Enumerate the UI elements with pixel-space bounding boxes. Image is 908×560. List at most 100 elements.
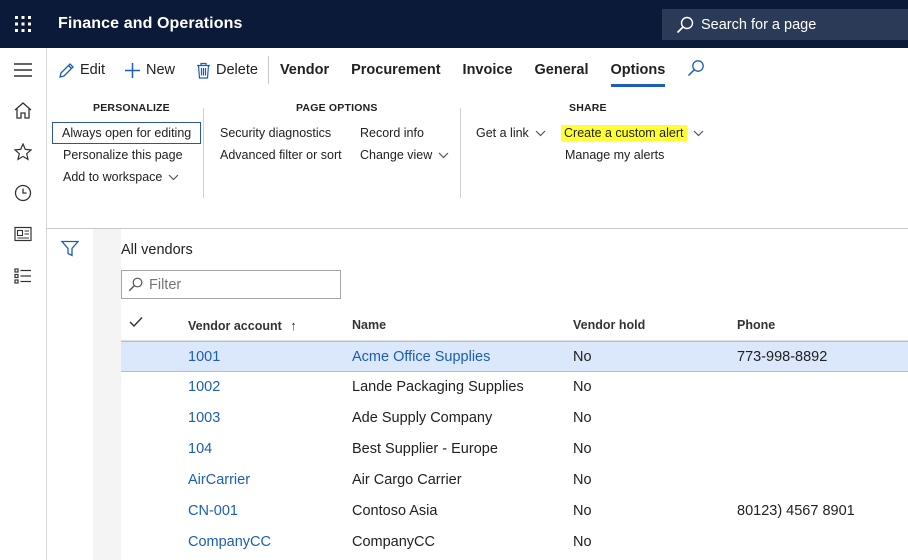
search-icon	[676, 16, 694, 33]
chevron-down-icon	[438, 152, 449, 159]
table-row[interactable]: 1002 Lande Packaging Supplies No	[121, 372, 908, 403]
personalize-this-page-button[interactable]: Personalize this page	[63, 148, 183, 162]
table-row[interactable]: CompanyCC CompanyCC No	[121, 527, 908, 558]
get-a-link-button[interactable]: Get a link	[476, 126, 546, 140]
table-row[interactable]: CN-001 Contoso Asia No 80123) 4567 8901	[121, 496, 908, 527]
options-ribbon: PERSONALIZE Always open for editing Pers…	[47, 92, 908, 229]
vendor-hold-cell: No	[573, 379, 592, 395]
top-bar: Finance and Operations Search for a page	[0, 0, 908, 48]
vendor-account-link[interactable]: 1001	[188, 349, 220, 365]
tab-invoice[interactable]: Invoice	[463, 48, 513, 92]
vendor-name-cell: Lande Packaging Supplies	[352, 379, 524, 395]
table-row[interactable]: AirCarrier Air Cargo Carrier No	[121, 465, 908, 496]
modules-list-icon[interactable]	[0, 256, 46, 296]
vendor-account-link[interactable]: 1002	[188, 379, 220, 395]
change-view-label: Change view	[360, 148, 433, 162]
tab-procurement[interactable]: Procurement	[351, 48, 440, 92]
vendor-hold-cell: No	[573, 503, 592, 519]
column-header-vendor-hold[interactable]: Vendor hold	[573, 318, 645, 332]
vendor-name-cell: CompanyCC	[352, 534, 435, 550]
vendor-name-cell: Ade Supply Company	[352, 410, 493, 426]
plus-icon	[124, 62, 141, 79]
ribbon-separator	[460, 108, 461, 198]
vendor-hold-cell: No	[573, 441, 592, 457]
trash-icon	[196, 62, 211, 79]
action-search-button[interactable]	[687, 48, 705, 92]
get-a-link-label: Get a link	[476, 126, 529, 140]
sort-ascending-icon: ↑	[290, 318, 297, 333]
change-view-button[interactable]: Change view	[360, 148, 449, 162]
action-separator	[267, 56, 269, 84]
select-all-checkmark-icon[interactable]	[129, 316, 143, 331]
create-custom-alert-button[interactable]: Create a custom alert	[561, 125, 704, 141]
chevron-down-icon	[535, 130, 546, 137]
vendor-name-cell: Best Supplier - Europe	[352, 441, 498, 457]
create-custom-alert-label: Create a custom alert	[561, 125, 687, 141]
recent-clock-icon[interactable]	[0, 173, 46, 213]
column-header-name[interactable]: Name	[352, 318, 386, 332]
vendor-account-link[interactable]: AirCarrier	[188, 472, 250, 488]
search-icon	[687, 59, 705, 81]
share-heading: SHARE	[569, 102, 607, 114]
page-options-heading: PAGE OPTIONS	[296, 102, 378, 114]
action-pane: Edit New Delete Vendor Procurement Invoi…	[47, 48, 908, 92]
vendor-account-link[interactable]: 104	[188, 441, 212, 457]
page-search-box[interactable]: Search for a page	[662, 9, 908, 40]
edit-button[interactable]: Edit	[58, 48, 105, 92]
record-info-button[interactable]: Record info	[360, 126, 424, 140]
edit-label: Edit	[80, 62, 105, 78]
add-to-workspace-button[interactable]: Add to workspace	[63, 170, 179, 184]
always-open-for-editing-button[interactable]: Always open for editing	[52, 122, 202, 144]
page-caption: All vendors	[121, 242, 193, 258]
grid-filter-input[interactable]: Filter	[121, 270, 341, 299]
grid-header: Vendor account ↑ Name Vendor hold Phone	[121, 309, 908, 341]
new-button[interactable]: New	[124, 48, 175, 92]
search-icon	[128, 277, 143, 292]
vendor-hold-cell: No	[573, 534, 592, 550]
column-header-phone[interactable]: Phone	[737, 318, 775, 332]
column-header-vendor-account[interactable]: Vendor account ↑	[188, 318, 297, 333]
table-row[interactable]: 1003 Ade Supply Company No	[121, 403, 908, 434]
search-label: Search for a page	[701, 16, 817, 33]
chevron-down-icon	[168, 174, 179, 181]
tab-options[interactable]: Options	[610, 48, 665, 92]
security-diagnostics-button[interactable]: Security diagnostics	[220, 126, 331, 140]
grid-gutter	[93, 229, 121, 560]
filter-pane	[47, 229, 93, 560]
vendor-account-link[interactable]: CN-001	[188, 503, 238, 519]
hamburger-menu-icon[interactable]	[0, 50, 46, 90]
delete-button[interactable]: Delete	[196, 48, 258, 92]
vendor-account-link[interactable]: CompanyCC	[188, 534, 271, 550]
add-to-workspace-label: Add to workspace	[63, 170, 163, 184]
table-row[interactable]: 1001 Acme Office Supplies No 773-998-889…	[121, 341, 908, 372]
vendor-account-link[interactable]: 1003	[188, 410, 220, 426]
vendor-name-cell: Contoso Asia	[352, 503, 438, 519]
phone-cell: 773-998-8892	[737, 349, 828, 365]
workspaces-icon[interactable]	[0, 214, 46, 254]
favorites-star-icon[interactable]	[0, 132, 46, 172]
chevron-down-icon	[693, 130, 704, 137]
vendor-grid: Vendor account ↑ Name Vendor hold Phone …	[121, 309, 908, 558]
app-launcher-icon[interactable]	[0, 0, 46, 48]
vendor-hold-cell: No	[573, 410, 592, 426]
ribbon-separator	[203, 108, 204, 198]
vendor-hold-cell: No	[573, 472, 592, 488]
new-label: New	[146, 62, 176, 78]
vendor-hold-cell: No	[573, 349, 592, 365]
table-row[interactable]: 104 Best Supplier - Europe No	[121, 434, 908, 465]
filter-placeholder: Filter	[149, 276, 182, 293]
vendor-name-link[interactable]: Acme Office Supplies	[352, 349, 490, 365]
home-icon[interactable]	[0, 90, 46, 130]
advanced-filter-sort-button[interactable]: Advanced filter or sort	[220, 148, 342, 162]
app-title: Finance and Operations	[58, 15, 243, 32]
personalize-heading: PERSONALIZE	[93, 102, 170, 114]
pencil-icon	[58, 62, 75, 79]
column-header-label: Vendor account	[188, 319, 282, 333]
content-area: All vendors Filter Vendor account ↑ Name…	[47, 229, 908, 560]
delete-label: Delete	[216, 62, 258, 78]
tab-vendor[interactable]: Vendor	[280, 48, 329, 92]
manage-my-alerts-button[interactable]: Manage my alerts	[565, 148, 664, 162]
tab-general[interactable]: General	[535, 48, 589, 92]
filter-funnel-icon[interactable]	[60, 240, 80, 262]
vendor-name-cell: Air Cargo Carrier	[352, 472, 462, 488]
